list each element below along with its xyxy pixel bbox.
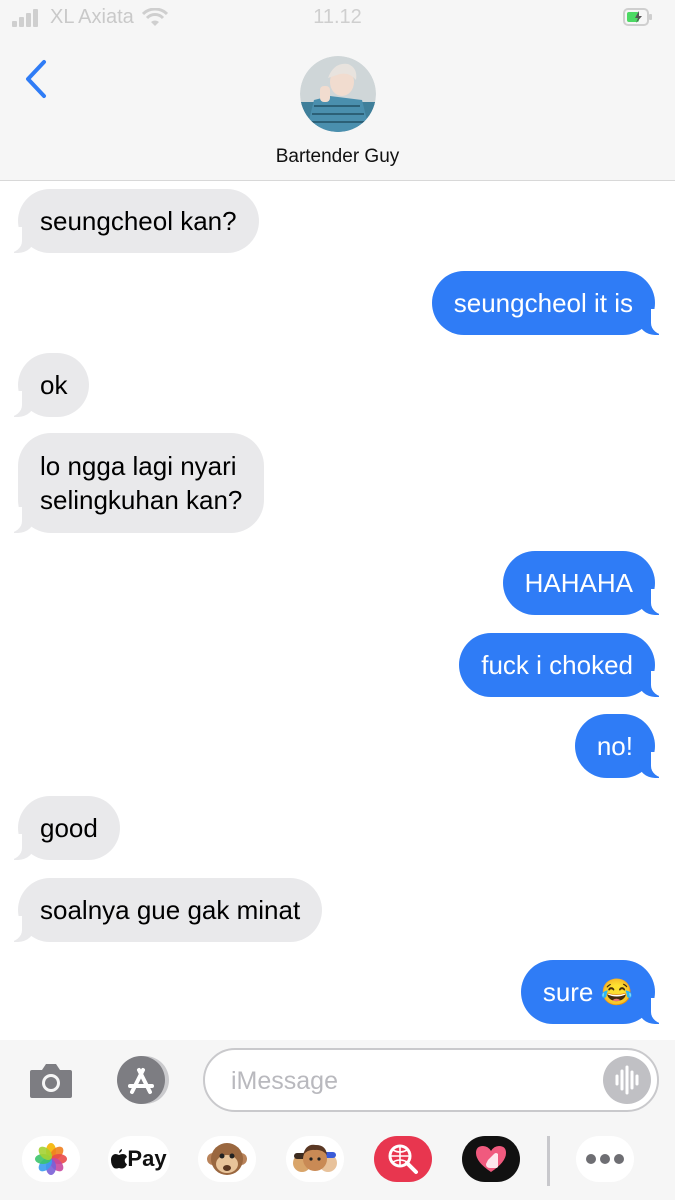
- outgoing-message-bubble[interactable]: HAHAHA: [502, 551, 655, 615]
- message-list: seungcheol kan? seungcheol it is ok lo n…: [0, 181, 675, 1039]
- bubble-tail: [639, 589, 667, 615]
- incoming-message-bubble[interactable]: soalnya gue gak minat: [18, 878, 323, 942]
- message-text: good: [40, 813, 98, 843]
- bubble-tail: [639, 752, 667, 778]
- app-drawer: Pay: [0, 1122, 675, 1200]
- audio-record-button[interactable]: [603, 1056, 651, 1104]
- photos-app-button[interactable]: [22, 1136, 80, 1182]
- message-text: seungcheol it is: [453, 288, 633, 318]
- more-apps-button[interactable]: [576, 1136, 634, 1182]
- web-search-app-button[interactable]: [374, 1136, 432, 1182]
- message-text: HAHAHA: [524, 568, 633, 598]
- globe-search-icon: [388, 1144, 418, 1174]
- apple-pay-app-button[interactable]: Pay: [108, 1136, 170, 1182]
- digital-touch-app-button[interactable]: [462, 1136, 520, 1182]
- apple-logo-icon: [111, 1149, 128, 1169]
- bubble-tail: [6, 391, 34, 417]
- contact-name[interactable]: Bartender Guy: [0, 146, 675, 168]
- memoji-app-button[interactable]: [286, 1136, 344, 1182]
- bubble-tail: [6, 507, 34, 533]
- apple-pay-label: Pay: [127, 1146, 167, 1171]
- message-text-line: selingkuhan kan?: [40, 485, 243, 515]
- status-bar: XL Axiata 11.12: [0, 0, 675, 36]
- incoming-message-bubble[interactable]: lo ngga lagi nyari selingkuhan kan?: [18, 433, 265, 533]
- compose-bar: [0, 1040, 675, 1122]
- clock: 11.12: [313, 6, 362, 28]
- outgoing-message-bubble[interactable]: seungcheol it is: [431, 271, 655, 335]
- bubble-tail: [6, 227, 34, 253]
- bubble-tail: [6, 834, 34, 860]
- bubble-tail: [639, 671, 667, 697]
- contact-avatar[interactable]: [300, 56, 376, 132]
- message-text: fuck i choked: [481, 650, 633, 680]
- message-text: no!: [596, 731, 633, 761]
- incoming-message-bubble[interactable]: seungcheol kan?: [18, 189, 259, 253]
- animoji-app-button[interactable]: [198, 1136, 256, 1182]
- bubble-tail: [639, 309, 667, 335]
- message-text: sure 😂: [542, 977, 633, 1007]
- monkey-icon: [207, 1143, 247, 1175]
- drawer-divider: [547, 1136, 550, 1186]
- memoji-icon: [293, 1144, 337, 1172]
- photos-icon: [35, 1143, 67, 1175]
- message-text: soalnya gue gak minat: [40, 895, 301, 925]
- message-input-field[interactable]: [203, 1048, 659, 1112]
- camera-icon[interactable]: [28, 1060, 74, 1100]
- waveform-icon: [615, 1065, 639, 1095]
- message-text-line: lo ngga lagi nyari: [40, 451, 237, 481]
- ellipsis-icon: [586, 1154, 624, 1164]
- battery-charging-icon: [623, 8, 652, 26]
- conversation-header: XL Axiata 11.12 Bartender Guy: [0, 0, 675, 181]
- heart-touch-icon: [476, 1146, 506, 1172]
- message-text: seungcheol kan?: [40, 206, 237, 236]
- message-input[interactable]: [229, 1060, 593, 1102]
- outgoing-message-bubble[interactable]: sure 😂: [520, 960, 655, 1024]
- outgoing-message-bubble[interactable]: fuck i choked: [459, 633, 655, 697]
- app-store-icon[interactable]: [112, 1054, 172, 1106]
- back-chevron-icon[interactable]: [20, 56, 56, 102]
- message-text: ok: [40, 370, 68, 400]
- incoming-message-bubble[interactable]: good: [18, 796, 120, 860]
- bubble-tail: [639, 998, 667, 1024]
- bubble-tail: [6, 916, 34, 942]
